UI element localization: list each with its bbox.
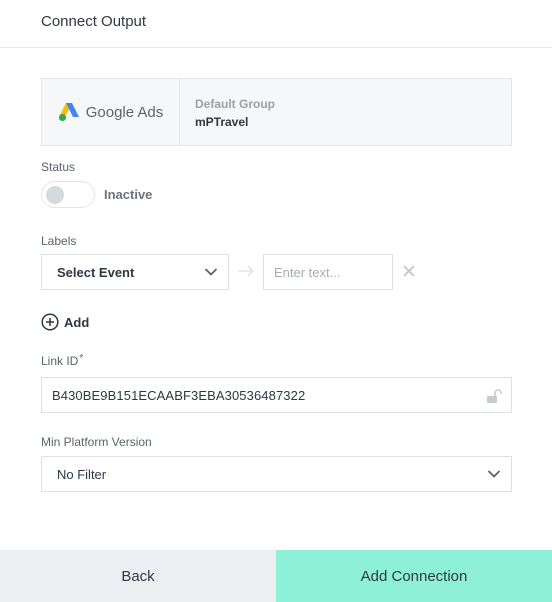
unlock-icon[interactable] bbox=[486, 388, 502, 404]
status-toggle[interactable] bbox=[41, 181, 95, 208]
destination-logo-text: Google Ads bbox=[85, 103, 164, 121]
link-id-label: Link ID* bbox=[41, 353, 84, 368]
status-label: Status bbox=[41, 160, 76, 174]
plus-circle-icon bbox=[41, 313, 59, 331]
add-connection-button[interactable]: Add Connection bbox=[276, 550, 552, 602]
chevron-down-icon bbox=[204, 268, 218, 276]
arrow-right-icon bbox=[238, 265, 255, 277]
toggle-knob bbox=[46, 186, 64, 204]
page-title: Connect Output bbox=[41, 13, 147, 30]
select-event-value: Select Event bbox=[57, 265, 135, 280]
google-ads-icon bbox=[58, 103, 79, 122]
close-icon[interactable] bbox=[402, 264, 416, 278]
add-label-text: Add bbox=[64, 314, 90, 330]
status-value: Inactive bbox=[104, 187, 153, 202]
destination-card: Google Ads Default Group mPTravel bbox=[41, 78, 512, 146]
min-platform-version-label: Min Platform Version bbox=[41, 435, 152, 449]
google-ads-logo: Google Ads bbox=[42, 79, 180, 145]
destination-name: mPTravel bbox=[195, 115, 249, 129]
select-event-dropdown[interactable]: Select Event bbox=[41, 254, 229, 290]
add-label-button[interactable]: Add bbox=[41, 313, 89, 331]
labels-label: Labels bbox=[41, 234, 77, 248]
chevron-down-icon bbox=[487, 470, 501, 478]
min-platform-version-dropdown[interactable]: No Filter bbox=[41, 456, 512, 492]
modal-footer: Back Add Connection bbox=[0, 550, 552, 602]
link-id-field[interactable]: B430BE9B151ECAABF3EBA30536487322 bbox=[41, 377, 512, 413]
required-marker: * bbox=[79, 353, 84, 364]
link-id-label-text: Link ID bbox=[41, 354, 79, 368]
back-button[interactable]: Back bbox=[0, 550, 276, 602]
destination-group: Default Group bbox=[195, 97, 275, 111]
min-platform-version-value: No Filter bbox=[57, 467, 107, 482]
modal-header: Connect Output bbox=[0, 0, 552, 48]
label-text-input[interactable] bbox=[263, 254, 393, 290]
link-id-value: B430BE9B151ECAABF3EBA30536487322 bbox=[52, 388, 306, 403]
